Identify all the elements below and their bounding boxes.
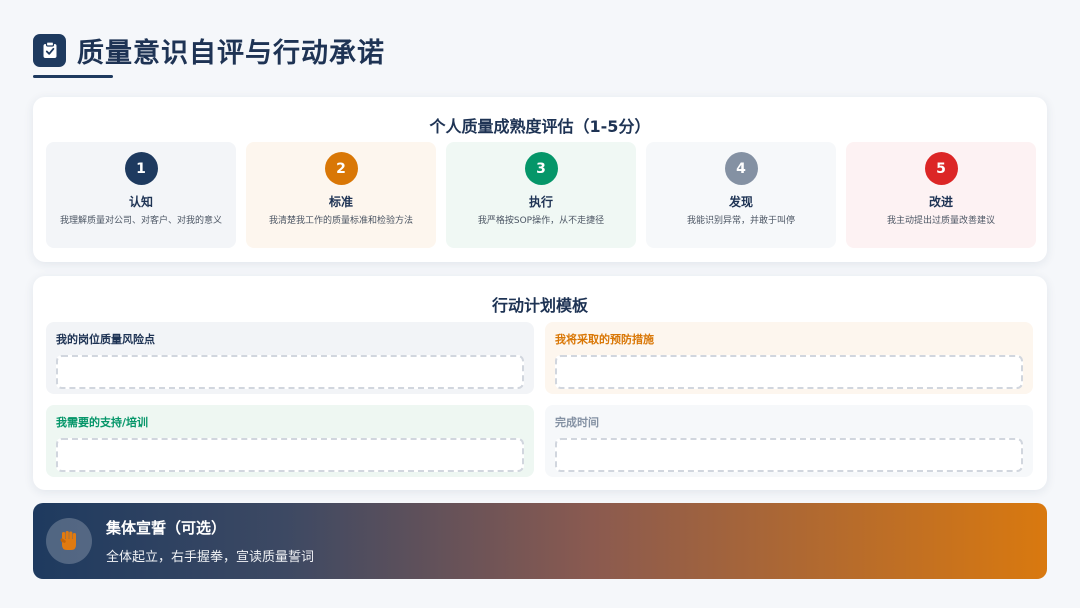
action-plan-card: 行动计划模板 我的岗位质量风险点 我将采取的预防措施 我需要的支持/培训 完成时… bbox=[33, 276, 1047, 490]
level-card-2[interactable]: 2 标准 我清楚我工作的质量标准和检验方法 bbox=[246, 142, 436, 248]
level-description: 我清楚我工作的质量标准和检验方法 bbox=[268, 216, 413, 226]
maturity-title: 个人质量成熟度评估（1-5分） bbox=[429, 117, 651, 136]
completion-time-input[interactable] bbox=[555, 438, 1023, 472]
level-number: 3 bbox=[524, 152, 558, 185]
risk-points-input[interactable] bbox=[56, 355, 524, 389]
level-number: 5 bbox=[924, 152, 958, 185]
level-description: 我严格按SOP操作，从不走捷径 bbox=[477, 216, 605, 226]
pledge-banner: 集体宣誓（可选） 全体起立，右手握拳，宣读质量誓词 bbox=[33, 503, 1047, 579]
plan-field-deadline: 完成时间 bbox=[545, 405, 1033, 477]
level-number: 1 bbox=[124, 152, 158, 185]
level-name: 执行 bbox=[528, 195, 553, 209]
plan-field-label: 完成时间 bbox=[555, 416, 599, 429]
support-training-input[interactable] bbox=[56, 438, 524, 472]
plan-field-label: 我的岗位质量风险点 bbox=[56, 333, 155, 346]
plan-field-label: 我需要的支持/培训 bbox=[56, 416, 149, 429]
level-card-4[interactable]: 4 发现 我能识别异常，并敢于叫停 bbox=[646, 142, 836, 248]
clipboard-check-icon bbox=[33, 33, 66, 67]
maturity-levels: 1 认知 我理解质量对公司、对客户、对我的意义 2 标准 我清楚我工作的质量标准… bbox=[46, 142, 1036, 248]
action-plan-title: 行动计划模板 bbox=[491, 296, 588, 315]
level-name: 改进 bbox=[928, 195, 953, 209]
page-title: 质量意识自评与行动承诺 bbox=[77, 37, 385, 69]
title-underline bbox=[33, 75, 113, 78]
raised-fist-icon bbox=[46, 518, 92, 564]
level-card-5[interactable]: 5 改进 我主动提出过质量改善建议 bbox=[846, 142, 1036, 248]
plan-field-support: 我需要的支持/培训 bbox=[46, 405, 534, 477]
level-description: 我能识别异常，并敢于叫停 bbox=[686, 216, 795, 226]
page-header: 质量意识自评与行动承诺 bbox=[33, 30, 385, 70]
maturity-card: 个人质量成熟度评估（1-5分） 1 认知 我理解质量对公司、对客户、对我的意义 … bbox=[33, 97, 1047, 262]
pledge-title: 集体宣誓（可选） bbox=[106, 519, 227, 537]
level-card-3[interactable]: 3 执行 我严格按SOP操作，从不走捷径 bbox=[446, 142, 636, 248]
level-number: 2 bbox=[324, 152, 358, 185]
plan-field-label: 我将采取的预防措施 bbox=[555, 333, 654, 346]
level-name: 认知 bbox=[128, 195, 153, 209]
prevention-measures-input[interactable] bbox=[555, 355, 1023, 389]
action-plan-fields: 我的岗位质量风险点 我将采取的预防措施 我需要的支持/培训 完成时间 bbox=[46, 322, 1033, 477]
plan-field-risk: 我的岗位质量风险点 bbox=[46, 322, 534, 394]
level-description: 我主动提出过质量改善建议 bbox=[886, 216, 995, 226]
level-name: 发现 bbox=[728, 195, 753, 209]
plan-field-prevention: 我将采取的预防措施 bbox=[545, 322, 1033, 394]
pledge-subtitle: 全体起立，右手握拳，宣读质量誓词 bbox=[106, 550, 315, 565]
level-description: 我理解质量对公司、对客户、对我的意义 bbox=[59, 216, 222, 226]
level-card-1[interactable]: 1 认知 我理解质量对公司、对客户、对我的意义 bbox=[46, 142, 236, 248]
level-number: 4 bbox=[724, 152, 758, 185]
level-name: 标准 bbox=[328, 195, 353, 209]
